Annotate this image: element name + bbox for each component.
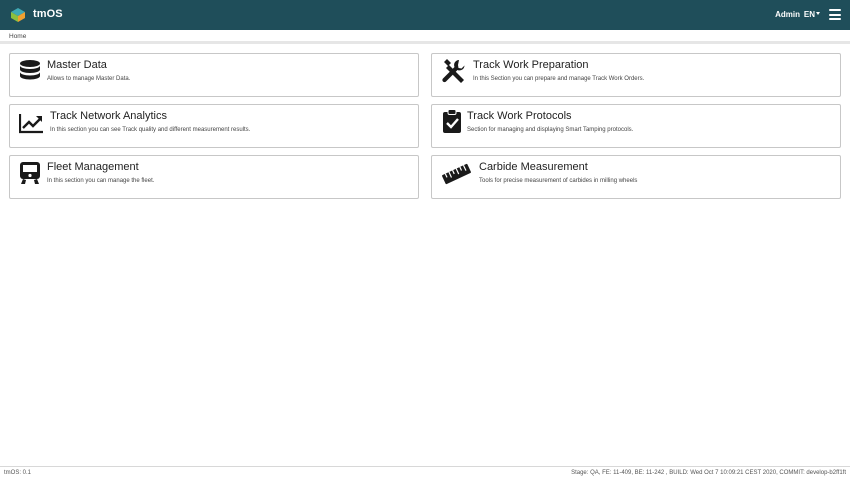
logo-icon[interactable]	[10, 7, 26, 23]
breadcrumb-bar: Home	[0, 30, 850, 44]
card-title: Fleet Management	[47, 161, 139, 173]
card-fleet-management[interactable]: Fleet Management In this section you can…	[9, 155, 419, 199]
chart-line-icon	[19, 114, 43, 134]
card-description: Tools for precise measurement of carbide…	[479, 178, 638, 184]
top-bar: tmOS Admin EN	[0, 0, 850, 30]
chevron-down-icon	[816, 12, 820, 16]
card-track-network-analytics[interactable]: Track Network Analytics In this section …	[9, 104, 419, 148]
language-label: EN	[803, 10, 815, 19]
card-master-data[interactable]: Master Data Allows to manage Master Data…	[9, 53, 419, 97]
footer: tmOS: 0.1 Stage: QA, FE: 11-409, BE: 11-…	[0, 466, 850, 478]
card-title: Master Data	[47, 59, 107, 71]
card-description: In this Section you can prepare and mana…	[473, 76, 645, 82]
breadcrumb-home[interactable]: Home	[9, 33, 26, 40]
user-menu[interactable]: Admin	[775, 10, 800, 19]
footer-build-info: Stage: QA, FE: 11-409, BE: 11-242 , BUIL…	[571, 470, 846, 476]
card-title: Track Work Protocols	[467, 110, 572, 122]
card-description: In this section you can manage the fleet…	[47, 178, 155, 184]
hamburger-menu-icon[interactable]	[829, 9, 841, 21]
card-description: Section for managing and displaying Smar…	[467, 127, 634, 133]
card-description: Allows to manage Master Data.	[47, 76, 131, 82]
card-title: Track Work Preparation	[473, 59, 589, 71]
database-icon	[20, 60, 40, 80]
card-description: In this section you can see Track qualit…	[50, 127, 251, 133]
footer-version: tmOS: 0.1	[4, 470, 32, 476]
card-title: Carbide Measurement	[479, 161, 588, 173]
train-icon	[20, 162, 40, 184]
language-selector[interactable]: EN	[804, 10, 820, 19]
ruler-icon	[442, 163, 471, 185]
card-track-work-preparation[interactable]: Track Work Preparation In this Section y…	[431, 53, 841, 97]
card-track-work-protocols[interactable]: Track Work Protocols Section for managin…	[431, 104, 841, 148]
card-carbide-measurement[interactable]: Carbide Measurement Tools for precise me…	[431, 155, 841, 199]
app-name[interactable]: tmOS	[33, 8, 63, 20]
tools-icon	[442, 59, 465, 83]
card-title: Track Network Analytics	[50, 110, 167, 122]
clipboard-check-icon	[443, 109, 461, 133]
